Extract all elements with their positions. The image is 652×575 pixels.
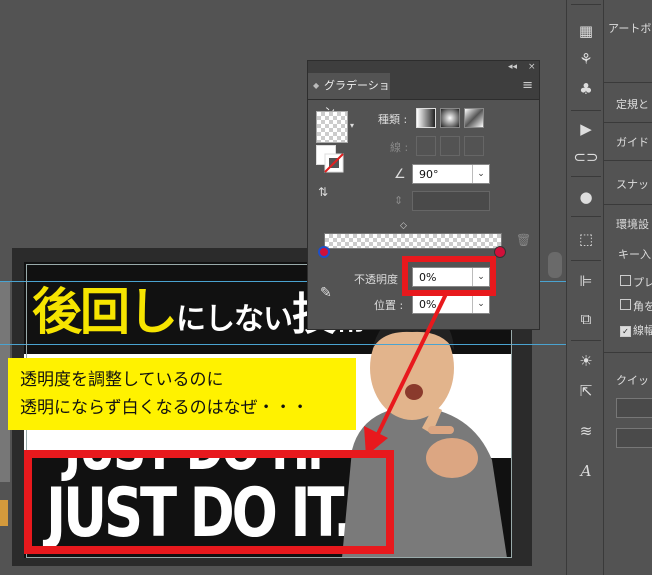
properties-panel: アートボ 定規と ガイド スナッ 環境設 キー入 プレ 角を ✓ 線幅 クイッ (604, 0, 652, 575)
panel-dock-strip: ▦ ⚘ ♣ ▶ ⊂⊃ ● ⬚ ⊫ ⧉ ☀ ⇱ ≋ A (566, 0, 604, 575)
dock-separator (571, 340, 601, 341)
callout-line-2: 透明にならず白くなるのはなぜ・・・ (20, 398, 309, 418)
panel-separator (604, 122, 652, 123)
rulers-section[interactable]: 定規と (616, 96, 649, 112)
sun-icon[interactable]: ☀ (573, 348, 599, 374)
panel-separator (604, 160, 652, 161)
callout-line-1: 透明度を調整しているのに (20, 370, 224, 390)
link-icon[interactable]: ⊂⊃ (573, 144, 599, 170)
align-icon[interactable]: ⊫ (573, 268, 599, 294)
symbols-icon[interactable]: ♣ (573, 76, 599, 102)
dock-separator (571, 216, 601, 217)
brush-icon[interactable]: ⚘ (573, 46, 599, 72)
swatches-icon[interactable]: ▦ (573, 18, 599, 44)
appearance-icon[interactable]: ● (573, 184, 599, 210)
export-icon[interactable]: ⇱ (573, 378, 599, 404)
question-callout: 透明度を調整しているのに 透明にならず白くなるのはなぜ・・・ (8, 358, 356, 430)
quick-action-button[interactable] (616, 428, 652, 448)
scale-strokes-checkbox[interactable]: ✓ 線幅 (620, 322, 652, 338)
dock-separator (571, 4, 601, 5)
quick-actions-section: クイッ (616, 374, 649, 387)
dock-separator (571, 110, 601, 111)
transform-icon[interactable]: ⬚ (573, 226, 599, 252)
keyboard-increment-label: キー入 (618, 248, 651, 261)
guides-section[interactable]: ガイド (616, 134, 649, 150)
pathfinder-icon[interactable]: ⧉ (573, 306, 599, 332)
preferences-section: 環境設 (616, 218, 649, 231)
dock-separator (571, 260, 601, 261)
play-icon[interactable]: ▶ (573, 116, 599, 142)
panel-separator (604, 352, 652, 353)
checkbox-label: プレ (633, 276, 652, 289)
quick-action-button[interactable] (616, 398, 652, 418)
panel-separator (604, 82, 652, 83)
glyphs-icon[interactable]: A (573, 458, 599, 484)
panel-separator (604, 204, 652, 205)
layers-icon[interactable]: ≋ (573, 418, 599, 444)
canvas-scrollbar-thumb[interactable] (548, 252, 562, 278)
dock-separator (571, 176, 601, 177)
preview-checkbox[interactable]: プレ (620, 274, 652, 290)
snap-section[interactable]: スナッ (616, 176, 649, 192)
corners-checkbox[interactable]: 角を (620, 298, 652, 314)
artboard-label: アートボ (608, 22, 652, 35)
checkbox-label: 線幅 (633, 324, 652, 337)
checkbox-label: 角を (633, 300, 652, 313)
slogan-highlight-box (24, 450, 394, 554)
